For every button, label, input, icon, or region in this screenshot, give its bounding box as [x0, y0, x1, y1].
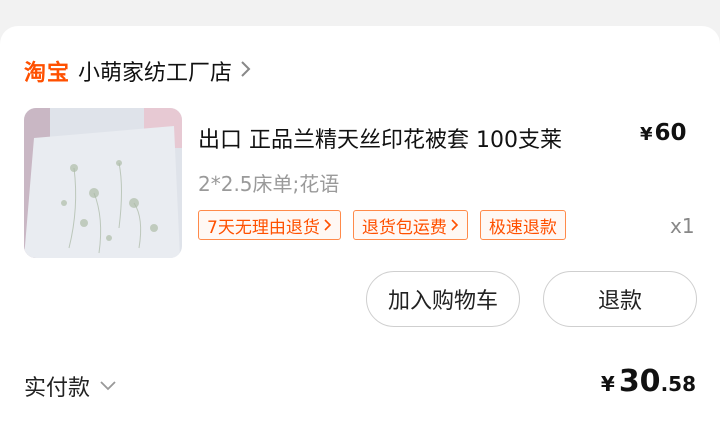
paid-amount: ¥ 30 .58: [601, 364, 696, 399]
tag-return-shipping[interactable]: 退货包运费: [352, 210, 468, 240]
tag-label: 退货包运费: [361, 217, 447, 238]
chevron-down-icon: [100, 381, 116, 391]
product-sku: 2*2.5床单;花语: [198, 172, 340, 196]
chevron-right-icon: [451, 219, 458, 231]
paid-label[interactable]: 实付款: [24, 370, 116, 402]
price-currency: ¥: [640, 124, 653, 145]
chevron-right-icon[interactable]: [240, 59, 252, 83]
tag-label: 极速退款: [488, 217, 557, 238]
product-price: ¥60: [640, 120, 687, 146]
taobao-logo: 淘宝: [24, 61, 71, 86]
product-title[interactable]: 出口 正品兰精天丝印花被套 100支莱: [198, 122, 562, 154]
price-value: 60: [654, 120, 687, 146]
paid-amount-integer: 30: [618, 364, 661, 399]
tag-fast-refund[interactable]: 极速退款: [479, 210, 566, 240]
tag-label: 7天无理由退货: [207, 217, 320, 238]
shop-header[interactable]: 淘宝 小萌家纺工厂店: [24, 54, 252, 88]
product-image[interactable]: [24, 108, 182, 258]
chevron-right-icon: [324, 219, 331, 231]
add-to-cart-button[interactable]: 加入购物车: [366, 271, 520, 327]
quantity: x1: [670, 214, 695, 238]
shop-name[interactable]: 小萌家纺工厂店: [78, 55, 232, 87]
paid-label-text: 实付款: [24, 376, 91, 401]
order-card: 淘宝 小萌家纺工厂店 出口 正品兰精天丝印花被套 100支莱 ¥60 2*2.5…: [0, 26, 720, 421]
service-tags: 7天无理由退货 退货包运费 极速退款: [198, 210, 566, 240]
tag-7day-return[interactable]: 7天无理由退货: [198, 210, 341, 240]
paid-currency: ¥: [600, 372, 615, 396]
refund-button[interactable]: 退款: [543, 271, 697, 327]
paid-amount-decimal: .58: [660, 372, 696, 396]
